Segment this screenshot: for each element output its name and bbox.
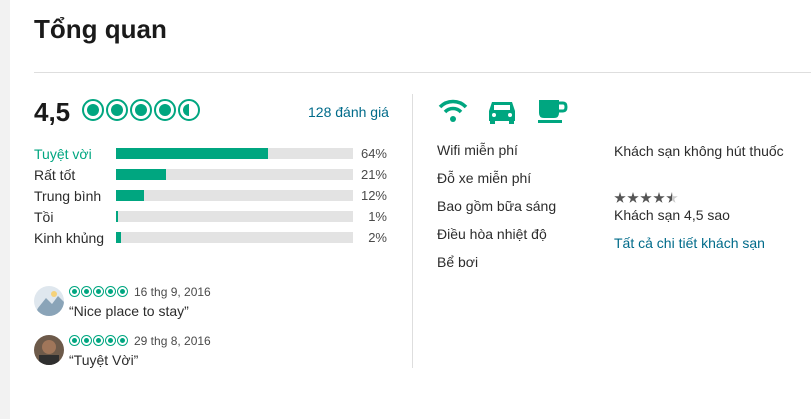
bubble-icon — [154, 99, 176, 121]
page-title: Tổng quan — [34, 14, 167, 44]
bubble-icon — [130, 99, 152, 121]
bar-fill — [116, 148, 268, 159]
hotel-class-text: Khách sạn 4,5 sao — [614, 207, 730, 223]
rating-value: 4,5 — [34, 97, 71, 127]
snippet-date: 16 thg 9, 2016 — [134, 285, 211, 299]
non-smoking-text: Khách sạn không hút thuốc — [614, 143, 784, 159]
bubble-icon — [93, 286, 104, 297]
bubble-icon — [106, 99, 128, 121]
coffee-cup-icon — [536, 97, 568, 125]
bar-track — [116, 190, 353, 201]
bubble-icon — [105, 335, 116, 346]
all-hotel-details-link[interactable]: Tất cả chi tiết khách sạn — [614, 235, 765, 251]
amenity-icons — [438, 97, 568, 125]
snippet-date: 29 thg 8, 2016 — [134, 334, 211, 348]
bar-track — [116, 169, 353, 180]
column-divider — [412, 94, 413, 368]
bubble-icon — [82, 99, 104, 121]
bar-percent: 64% — [360, 146, 387, 161]
rating-bar-row[interactable]: Tuyệt vời 64% — [34, 143, 394, 164]
amenity-item: Đỗ xe miễn phí — [437, 170, 532, 186]
bar-fill — [116, 232, 121, 243]
bubble-icon — [69, 286, 80, 297]
overview-panel: Tổng quan 4,5 128 đánh giá Tuyệt vời 64%… — [10, 0, 811, 419]
bar-fill — [116, 190, 145, 201]
star-icon — [653, 192, 665, 203]
bar-label: Tồi — [34, 208, 54, 225]
rating-bar-row[interactable]: Trung bình 12% — [34, 185, 394, 206]
rating-bar-row[interactable]: Tồi 1% — [34, 206, 394, 227]
amenity-item: Wifi miễn phí — [437, 142, 518, 158]
amenity-list: Wifi miễn phí Đỗ xe miễn phí Bao gồm bữa… — [437, 142, 556, 282]
star-icon — [614, 192, 626, 203]
bar-percent: 21% — [360, 167, 387, 182]
snippet-quote-link[interactable]: “Tuyệt Vời” — [69, 352, 138, 368]
bubble-icon — [81, 335, 92, 346]
review-count-link[interactable]: 128 đánh giá — [308, 104, 389, 120]
avatar[interactable] — [34, 335, 64, 365]
bubble-icon — [69, 335, 80, 346]
bar-fill — [116, 169, 166, 180]
bar-track — [116, 148, 353, 159]
star-icon — [627, 192, 639, 203]
bubble-icon — [81, 286, 92, 297]
bar-label: Trung bình — [34, 187, 102, 204]
amenity-item: Bể bơi — [437, 254, 479, 270]
bar-label: Tuyệt vời — [34, 145, 92, 162]
bar-percent: 1% — [368, 209, 387, 224]
wifi-icon — [438, 97, 468, 125]
bar-fill — [116, 211, 119, 222]
bar-label: Rất tốt — [34, 166, 76, 183]
half-star-icon — [666, 192, 678, 203]
bar-track — [116, 211, 353, 222]
rating-distribution: Tuyệt vời 64% Rất tốt 21% Trung bình 12%… — [34, 143, 394, 248]
bubble-icon — [93, 335, 104, 346]
star-icon — [640, 192, 652, 203]
bar-percent: 12% — [360, 188, 387, 203]
car-icon — [486, 97, 518, 125]
avatar[interactable] — [34, 286, 64, 316]
hotel-class-stars — [614, 192, 678, 204]
half-bubble-icon — [178, 99, 200, 121]
bar-track — [116, 232, 353, 243]
bubble-icon — [105, 286, 116, 297]
hotel-info: Khách sạn không hút thuốc — [614, 142, 784, 160]
bubble-icon — [117, 335, 128, 346]
bubble-icon — [117, 286, 128, 297]
snippet-bubbles — [69, 335, 128, 346]
amenity-item: Điều hòa nhiệt độ — [437, 226, 547, 242]
rating-bar-row[interactable]: Rất tốt 21% — [34, 164, 394, 185]
rating-bubbles — [82, 99, 200, 121]
snippet-quote-link[interactable]: “Nice place to stay” — [69, 303, 189, 319]
rating-bar-row[interactable]: Kinh khủng 2% — [34, 227, 394, 248]
bar-percent: 2% — [368, 230, 387, 245]
divider — [34, 72, 811, 73]
snippet-bubbles — [69, 286, 128, 297]
bar-label: Kinh khủng — [34, 229, 105, 246]
amenity-item: Bao gồm bữa sáng — [437, 198, 557, 214]
